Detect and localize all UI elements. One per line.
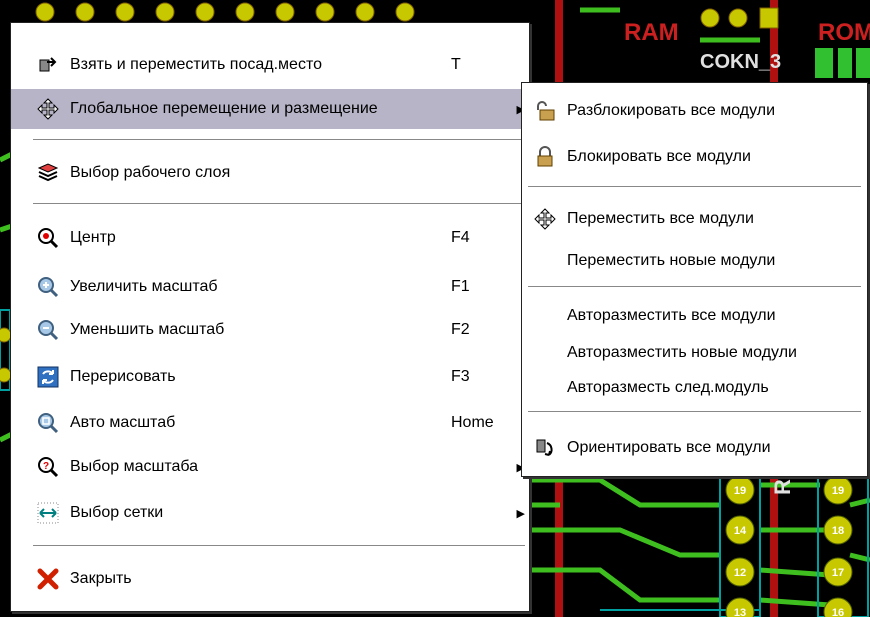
- menu-item-label: Переместить новые модули: [567, 252, 776, 269]
- menu-item-label: Уменьшить масштаб: [70, 321, 225, 338]
- pcb-label-r: R: [770, 479, 795, 495]
- menu-item-move-all[interactable]: Переместить все модули: [522, 199, 867, 239]
- pcb-label-ram: RAM: [624, 19, 679, 46]
- menu-separator: [528, 286, 861, 288]
- svg-text:17: 17: [832, 567, 844, 579]
- zoom-select-icon: ?: [38, 457, 59, 478]
- redraw-icon: [37, 366, 59, 388]
- menu-separator: [33, 545, 525, 547]
- menu-item-autoplace-new[interactable]: Авторазместить новые модули: [522, 333, 867, 373]
- menu-item-lock-all[interactable]: Блокировать все модули: [522, 137, 867, 177]
- menu-item-label: Авторазместь след.модуль: [567, 379, 769, 396]
- move-cross-icon: [37, 98, 59, 120]
- menu-item-unlock-all[interactable]: Разблокировать все модули: [522, 91, 867, 131]
- svg-text:16: 16: [832, 607, 844, 617]
- menu-item-shortcut: T: [451, 56, 461, 73]
- zoom-out-icon: [38, 320, 59, 341]
- menu-separator: [33, 203, 525, 205]
- menu-item-global-move[interactable]: Глобальное перемещение и размещение ▶: [11, 89, 529, 129]
- menu-item-redraw[interactable]: Перерисовать F3: [11, 357, 529, 397]
- svg-text:?: ?: [43, 461, 49, 472]
- menu-item-zoom-in[interactable]: Увеличить масштаб F1: [11, 267, 529, 307]
- orient-icon: [536, 439, 553, 456]
- menu-item-label: Выбор масштаба: [70, 458, 199, 475]
- menu-item-label: Ориентировать все модули: [567, 439, 771, 456]
- zoom-center-icon: [38, 228, 59, 249]
- lock-icon: [537, 146, 553, 167]
- menu-separator: [528, 411, 861, 413]
- menu-item-label: Переместить все модули: [567, 210, 754, 227]
- menu-separator: [528, 186, 861, 188]
- menu-item-move-new[interactable]: Переместить новые модули: [522, 241, 867, 281]
- menu-item-shortcut: F3: [451, 368, 470, 385]
- pcb-label-coknn3: COKN_3: [700, 51, 781, 73]
- menu-item-label: Выбор сетки: [70, 504, 164, 521]
- svg-text:13: 13: [734, 607, 746, 617]
- menu-item-center[interactable]: Центр F4: [11, 218, 529, 258]
- menu-item-shortcut: F1: [451, 278, 470, 295]
- menu-item-label: Выбор рабочего слоя: [70, 164, 231, 181]
- pcb-component: [815, 48, 833, 78]
- menu-item-orient-all[interactable]: Ориентировать все модули: [522, 428, 867, 468]
- menu-item-label: Взять и переместить посад.место: [70, 56, 322, 73]
- svg-text:12: 12: [734, 567, 746, 579]
- grid-select-icon: [37, 502, 59, 524]
- menu-item-label: Авторазместить все модули: [567, 307, 776, 324]
- pcb-component: [838, 48, 852, 78]
- menu-item-shortcut: F2: [451, 321, 470, 338]
- menu-item-zoom-out[interactable]: Уменьшить масштаб F2: [11, 310, 529, 350]
- zoom-auto-icon: [38, 413, 59, 434]
- move-cross-icon: [534, 208, 556, 230]
- svg-text:18: 18: [832, 525, 844, 537]
- menu-item-label: Разблокировать все модули: [567, 102, 776, 119]
- menu-item-autoplace-next[interactable]: Авторазместь след.модуль: [522, 368, 867, 408]
- menu-item-label: Центр: [70, 229, 116, 246]
- menu-item-select-grid[interactable]: Выбор сетки ▶: [11, 493, 529, 533]
- pcb-component: [856, 48, 870, 78]
- menu-item-auto-zoom[interactable]: Авто масштаб Home: [11, 403, 529, 443]
- context-menu: Взять и переместить посад.место T Глобал…: [10, 22, 530, 612]
- menu-item-autoplace-all[interactable]: Авторазместить все модули: [522, 296, 867, 336]
- menu-item-move-footprint[interactable]: Взять и переместить посад.место T: [11, 45, 529, 85]
- menu-item-shortcut: Home: [451, 414, 494, 431]
- menu-item-select-layer[interactable]: Выбор рабочего слоя: [11, 153, 529, 193]
- menu-item-label: Авто масштаб: [70, 414, 176, 431]
- menu-item-label: Авторазместить новые модули: [567, 344, 797, 361]
- menu-item-close[interactable]: Закрыть: [11, 559, 529, 599]
- svg-text:19: 19: [832, 485, 844, 497]
- submenu-global-move: Разблокировать все модули Блокировать вс…: [521, 82, 868, 477]
- zoom-in-icon: [38, 277, 59, 298]
- menu-item-label: Закрыть: [70, 570, 132, 587]
- svg-text:14: 14: [734, 525, 747, 537]
- menu-item-shortcut: F4: [451, 229, 470, 246]
- menu-item-select-zoom[interactable]: ? Выбор масштаба ▶: [11, 447, 529, 487]
- pcb-label-rom: ROM: [818, 19, 870, 46]
- close-icon: [37, 568, 59, 590]
- unlock-icon: [537, 101, 555, 121]
- menu-item-label: Блокировать все модули: [567, 148, 751, 165]
- layers-icon: [37, 163, 59, 182]
- menu-item-label: Увеличить масштаб: [70, 278, 218, 295]
- menu-item-label: Глобальное перемещение и размещение: [70, 100, 378, 117]
- move-footprint-icon: [39, 57, 57, 72]
- menu-item-label: Перерисовать: [70, 368, 176, 385]
- submenu-arrow-icon: ▶: [516, 507, 525, 520]
- svg-text:19: 19: [734, 485, 746, 497]
- menu-separator: [33, 139, 525, 141]
